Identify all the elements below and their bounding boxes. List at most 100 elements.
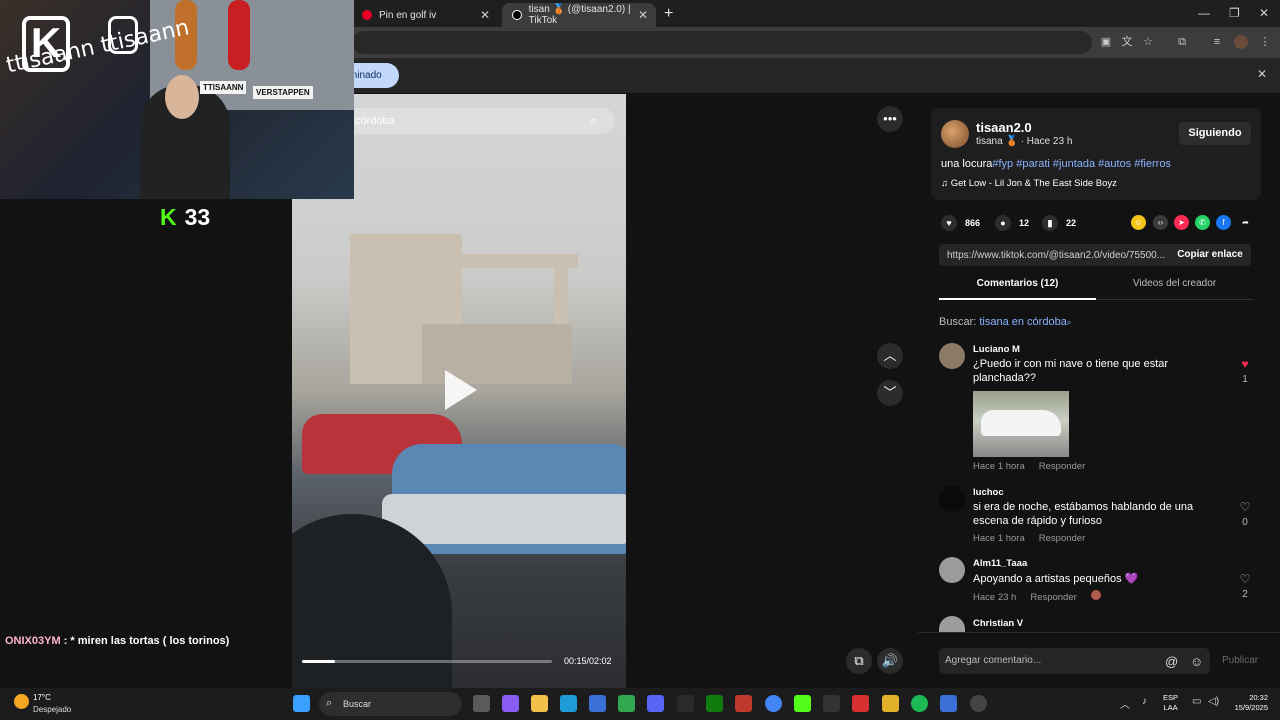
- language-indicator[interactable]: ESP LAA: [1163, 693, 1178, 713]
- reply-button[interactable]: Responder: [1039, 533, 1085, 544]
- spotify-icon[interactable]: [911, 695, 928, 712]
- minimize-button[interactable]: —: [1198, 6, 1210, 20]
- menu-icon[interactable]: ⋮: [1258, 35, 1272, 49]
- more-options-button[interactable]: •••: [877, 106, 903, 132]
- comment-like-count: 1: [1242, 374, 1248, 385]
- reply-button[interactable]: Responder: [1039, 461, 1085, 472]
- comment-user[interactable]: Alm11_Taaa: [973, 558, 1027, 569]
- discord-icon[interactable]: [647, 695, 664, 712]
- copilot-icon[interactable]: [502, 695, 519, 712]
- cast-icon[interactable]: ▣: [1099, 35, 1113, 49]
- edge-icon[interactable]: [560, 695, 577, 712]
- tab-comments[interactable]: Comentarios (12): [939, 278, 1096, 300]
- profile-icon[interactable]: [1234, 35, 1248, 49]
- music-link[interactable]: ♫ Get Low - Lil Jon & The East Side Boyz: [941, 178, 1117, 189]
- star-icon[interactable]: ☆: [1141, 35, 1155, 49]
- chrome-icon[interactable]: [765, 695, 782, 712]
- xbox-icon[interactable]: [618, 695, 635, 712]
- epic-games-icon[interactable]: [677, 695, 694, 712]
- video-link[interactable]: https://www.tiktok.com/@tisaan2.0/video/…: [947, 250, 1169, 261]
- obs-icon[interactable]: [970, 695, 987, 712]
- avatar[interactable]: [939, 486, 965, 512]
- file-explorer-icon[interactable]: [531, 695, 548, 712]
- taskbar-search[interactable]: Buscar: [319, 692, 462, 716]
- kick-app-icon[interactable]: [794, 695, 811, 712]
- clock[interactable]: 20:32 15/9/2025: [1226, 693, 1268, 713]
- comment-user[interactable]: Luciano M: [973, 344, 1020, 355]
- progress-bar[interactable]: [302, 660, 552, 663]
- app-icon[interactable]: [823, 695, 840, 712]
- app-icon[interactable]: [852, 695, 869, 712]
- media-icon[interactable]: ≡: [1210, 35, 1224, 49]
- store-icon[interactable]: [589, 695, 606, 712]
- new-tab-button[interactable]: +: [664, 5, 673, 23]
- facebook-icon[interactable]: f: [1216, 215, 1231, 230]
- comment-icon: ●: [995, 215, 1011, 231]
- avatar[interactable]: [939, 557, 965, 583]
- play-icon[interactable]: [445, 370, 477, 410]
- heart-outline-icon[interactable]: ♡: [1237, 500, 1253, 514]
- start-icon[interactable]: [293, 695, 310, 712]
- weather-icon[interactable]: [14, 694, 29, 709]
- app-icon[interactable]: [940, 695, 957, 712]
- tab-creator-videos[interactable]: Videos del creador: [1096, 278, 1253, 300]
- app-icon[interactable]: [735, 695, 752, 712]
- search-suggestion[interactable]: Buscar: tisana en córdoba⌕: [939, 316, 1071, 328]
- close-tab-icon[interactable]: ✕: [480, 8, 490, 22]
- share-arrow-icon[interactable]: ➦: [1238, 215, 1253, 230]
- previous-video-button[interactable]: ︿: [877, 343, 903, 369]
- search-icon[interactable]: ⌕: [590, 113, 597, 129]
- tab-pinterest[interactable]: Pin en golf iv ✕: [352, 3, 498, 27]
- whatsapp-icon[interactable]: ✆: [1195, 215, 1210, 230]
- comment-user[interactable]: luchoc: [973, 487, 1004, 498]
- comment-user[interactable]: Christian V: [973, 618, 1023, 629]
- close-window-button[interactable]: ✕: [1259, 6, 1269, 20]
- close-banner-button[interactable]: ✕: [1257, 67, 1267, 81]
- extensions-icon[interactable]: ⧉: [1175, 35, 1189, 49]
- comment-text: si era de noche, estábamos hablando de u…: [973, 501, 1194, 527]
- embed-icon[interactable]: ‹›: [1153, 215, 1168, 230]
- reply-button[interactable]: Responder: [1030, 592, 1076, 603]
- xbox-app-icon[interactable]: [706, 695, 723, 712]
- publish-button[interactable]: Publicar: [1222, 655, 1258, 666]
- mic-icon[interactable]: ♪: [1142, 696, 1147, 707]
- tiktok-icon: [512, 10, 522, 20]
- mention-icon[interactable]: @: [1165, 654, 1178, 669]
- translate-icon[interactable]: 文: [1120, 35, 1134, 49]
- close-tab-icon[interactable]: ✕: [638, 8, 648, 22]
- avatar[interactable]: [939, 343, 965, 369]
- heart-icon[interactable]: ♥: [1237, 357, 1253, 371]
- copy-link-button[interactable]: Copiar enlace: [1170, 244, 1250, 266]
- tray-chevron-icon[interactable]: ︿: [1120, 696, 1130, 711]
- clock-date: 15/9/2025: [1234, 703, 1268, 712]
- emoji-icon[interactable]: ☺: [1190, 654, 1203, 669]
- next-video-button[interactable]: ﹀: [877, 380, 903, 406]
- restore-button[interactable]: ❐: [1229, 6, 1240, 20]
- username[interactable]: tisaan2.0: [976, 120, 1032, 135]
- like-button[interactable]: ♥ 866: [941, 215, 980, 231]
- chat-message: ONIX03YM : * miren las tortas ( los tori…: [5, 635, 229, 647]
- comment-button[interactable]: ● 12: [995, 215, 1029, 231]
- comment-like-count: 2: [1242, 589, 1248, 600]
- clock-time: 20:32: [1249, 693, 1268, 702]
- volume-icon[interactable]: 🔊: [877, 648, 903, 674]
- video-time: 00:15/02:02: [564, 656, 612, 666]
- comment-text: Apoyando a artistas pequeños 💜: [973, 573, 1139, 585]
- video-search-bar[interactable]: córdoba: [345, 108, 615, 134]
- task-view-icon[interactable]: [473, 695, 490, 712]
- hashtags[interactable]: #fyp #parati #juntada #autos #fierros: [992, 158, 1171, 170]
- network-icon[interactable]: ▭: [1192, 696, 1201, 707]
- weather-temp[interactable]: 17°C: [33, 693, 51, 702]
- heart-outline-icon[interactable]: ♡: [1237, 572, 1253, 586]
- search-query[interactable]: tisana en córdoba: [979, 316, 1066, 328]
- address-bar[interactable]: [352, 31, 1092, 54]
- tab-tiktok[interactable]: tisan 🥉 (@tisaan2.0) | TikTok ✕: [502, 3, 656, 27]
- floating-player-icon[interactable]: ⧉: [846, 648, 872, 674]
- volume-tray-icon[interactable]: ◁): [1208, 696, 1219, 707]
- avatar[interactable]: [941, 120, 969, 148]
- emoji-share-icon[interactable]: ☺: [1131, 215, 1146, 230]
- app-icon[interactable]: [882, 695, 899, 712]
- following-button[interactable]: Siguiendo: [1179, 122, 1251, 145]
- save-button[interactable]: ▮ 22: [1042, 215, 1076, 231]
- send-icon[interactable]: ➤: [1174, 215, 1189, 230]
